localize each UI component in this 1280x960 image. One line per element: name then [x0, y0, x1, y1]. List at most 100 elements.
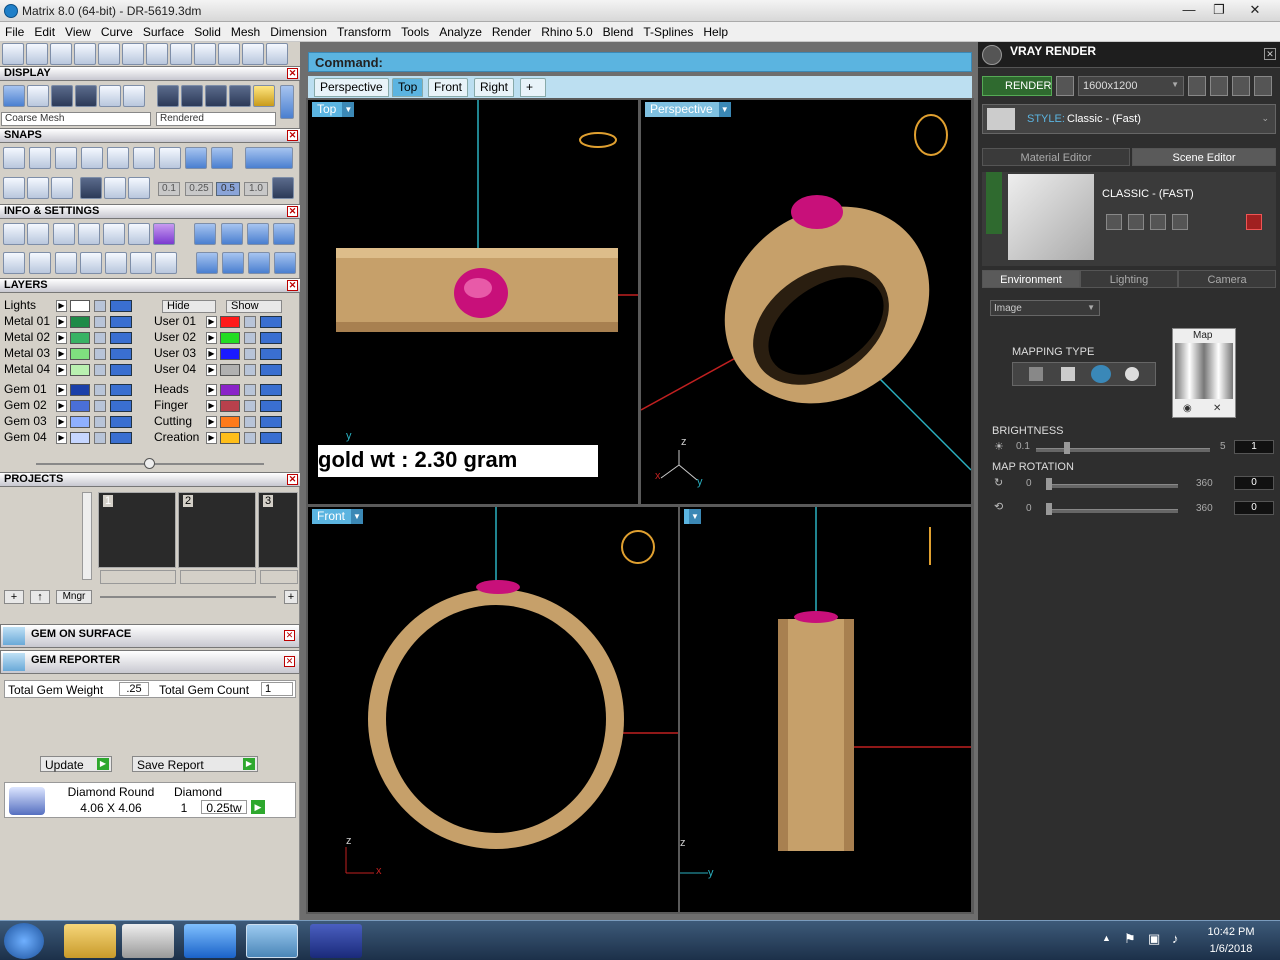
display-header[interactable]: DISPLAY ✕	[0, 66, 300, 81]
sphere-rendered-icon[interactable]	[75, 85, 97, 107]
list-icon[interactable]	[1232, 76, 1250, 96]
tool-icon[interactable]	[74, 43, 96, 65]
plane-icon[interactable]	[104, 177, 126, 199]
visibility-toggle[interactable]	[260, 364, 282, 376]
camera-icon[interactable]	[1056, 76, 1074, 96]
browser-icon[interactable]	[184, 924, 236, 958]
tool-icon[interactable]	[98, 43, 120, 65]
rotation2-value[interactable]: 0	[1234, 501, 1274, 515]
add-project-button[interactable]: +	[4, 590, 24, 604]
snap-end-icon[interactable]	[3, 147, 25, 169]
mapping-screen-icon[interactable]	[1125, 367, 1139, 381]
tab-top[interactable]: Top	[392, 78, 424, 97]
menu-view[interactable]: View	[60, 22, 96, 39]
material-sphere-icon[interactable]	[229, 85, 251, 107]
mapping-box-icon[interactable]	[1061, 367, 1075, 381]
snap-near-icon[interactable]	[29, 147, 51, 169]
grid-icon[interactable]	[3, 177, 25, 199]
display-scroll[interactable]	[280, 85, 294, 119]
arrow-right-icon[interactable]: ▶	[206, 348, 217, 360]
viewport-label-perspective[interactable]: Perspective ▼	[645, 102, 731, 117]
tab-scene-editor[interactable]: Scene Editor	[1132, 148, 1276, 166]
project-slot[interactable]: 2	[178, 492, 256, 568]
material-sphere-icon[interactable]	[157, 85, 179, 107]
settings-icon[interactable]	[3, 223, 25, 245]
visibility-toggle[interactable]	[260, 400, 282, 412]
visibility-toggle[interactable]	[260, 384, 282, 396]
visibility-toggle[interactable]	[110, 300, 132, 312]
viewport-label-front[interactable]: Front ▼	[312, 509, 364, 524]
color-picker-icon[interactable]: ◉	[1183, 403, 1192, 414]
info-tool-icon[interactable]	[248, 252, 270, 274]
tab-right[interactable]: Right	[474, 78, 515, 97]
menu-help[interactable]: Help	[698, 22, 733, 39]
brightness-slider[interactable]	[1036, 448, 1210, 452]
add-icon[interactable]: +	[284, 590, 298, 604]
lock-icon[interactable]	[94, 300, 106, 312]
save-as-icon[interactable]	[1128, 214, 1144, 230]
box-icon[interactable]	[78, 223, 100, 245]
gem-box-icon[interactable]	[153, 223, 175, 245]
visibility-toggle[interactable]	[260, 432, 282, 444]
expand-arrow-icon[interactable]	[986, 172, 1002, 234]
arrow-right-icon[interactable]: ▶	[56, 300, 67, 312]
snap-center-icon[interactable]	[107, 147, 129, 169]
tool-icon[interactable]	[122, 43, 144, 65]
environment-type-select[interactable]: Image ▼	[990, 300, 1100, 316]
display-icon[interactable]	[27, 85, 49, 107]
layer-color-swatch[interactable]	[220, 332, 240, 344]
tool-icon[interactable]	[266, 43, 288, 65]
project-actions[interactable]	[260, 570, 298, 584]
close-icon[interactable]: ✕	[1264, 48, 1276, 60]
export-icon[interactable]	[1150, 214, 1166, 230]
arrow-right-icon[interactable]: ▶	[206, 432, 217, 444]
matrix-app-icon[interactable]	[246, 924, 298, 958]
layer-row[interactable]: Finger ▶	[0, 398, 300, 414]
tab-front[interactable]: Front	[428, 78, 469, 97]
snap-perp-icon[interactable]	[159, 147, 181, 169]
close-icon[interactable]: ✕	[287, 280, 298, 291]
viewport-layout-icon[interactable]	[3, 252, 25, 274]
select-icon[interactable]	[155, 252, 177, 274]
lock-icon[interactable]	[244, 316, 256, 328]
style-select[interactable]: STYLE: Classic - (Fast) ⌄	[982, 104, 1276, 134]
gem-report-row[interactable]: Diamond Round Diamond 4.06 X 4.06 1 0.25…	[4, 782, 296, 818]
arrow-right-icon[interactable]: ▶	[206, 364, 217, 376]
project-slot[interactable]: 3	[258, 492, 298, 568]
explorer-icon[interactable]	[64, 924, 116, 958]
arrow-right-icon[interactable]: ▶	[206, 316, 217, 328]
mesh-quality-select[interactable]: Coarse Mesh	[1, 112, 151, 126]
arrow-right-icon[interactable]: ▶	[206, 384, 217, 396]
menu-render[interactable]: Render	[487, 22, 536, 39]
visibility-toggle[interactable]	[260, 348, 282, 360]
menu-file[interactable]: File	[0, 22, 29, 39]
layer-color-swatch[interactable]	[220, 384, 240, 396]
close-icon[interactable]: ✕	[284, 656, 295, 667]
ring-app-icon[interactable]	[310, 924, 362, 958]
lock-icon[interactable]	[244, 348, 256, 360]
tab-environment[interactable]: Environment	[982, 270, 1080, 288]
info-tool-icon[interactable]	[274, 252, 296, 274]
snap-tan-icon[interactable]	[185, 147, 207, 169]
viewport-label-right[interactable]: ▼	[684, 509, 701, 524]
cube-icon[interactable]	[55, 252, 77, 274]
info-tool-icon[interactable]	[273, 223, 295, 245]
window-icon[interactable]	[29, 252, 51, 274]
snap-value-4[interactable]: 1.0	[244, 182, 268, 196]
flag-icon[interactable]: ⚑	[1124, 931, 1136, 947]
info-tool-icon[interactable]	[196, 252, 218, 274]
info-tool-icon[interactable]	[222, 252, 244, 274]
tab-camera[interactable]: Camera	[1178, 270, 1276, 288]
chevron-down-icon[interactable]: ▼	[351, 509, 364, 524]
layer-color-swatch[interactable]	[220, 348, 240, 360]
brightness-value[interactable]: 1	[1234, 440, 1274, 454]
mapping-sphere-icon[interactable]	[1091, 365, 1111, 383]
menu-mesh[interactable]: Mesh	[226, 22, 265, 39]
menu-curve[interactable]: Curve	[96, 22, 138, 39]
tab-perspective[interactable]: Perspective	[314, 78, 389, 97]
history-icon[interactable]	[1188, 76, 1206, 96]
menu-transform[interactable]: Transform	[332, 22, 396, 39]
maximize-button[interactable]: ❐	[1204, 0, 1234, 20]
snap-toggle-button[interactable]	[245, 147, 293, 169]
arrow-right-icon[interactable]: ▶	[206, 416, 217, 428]
